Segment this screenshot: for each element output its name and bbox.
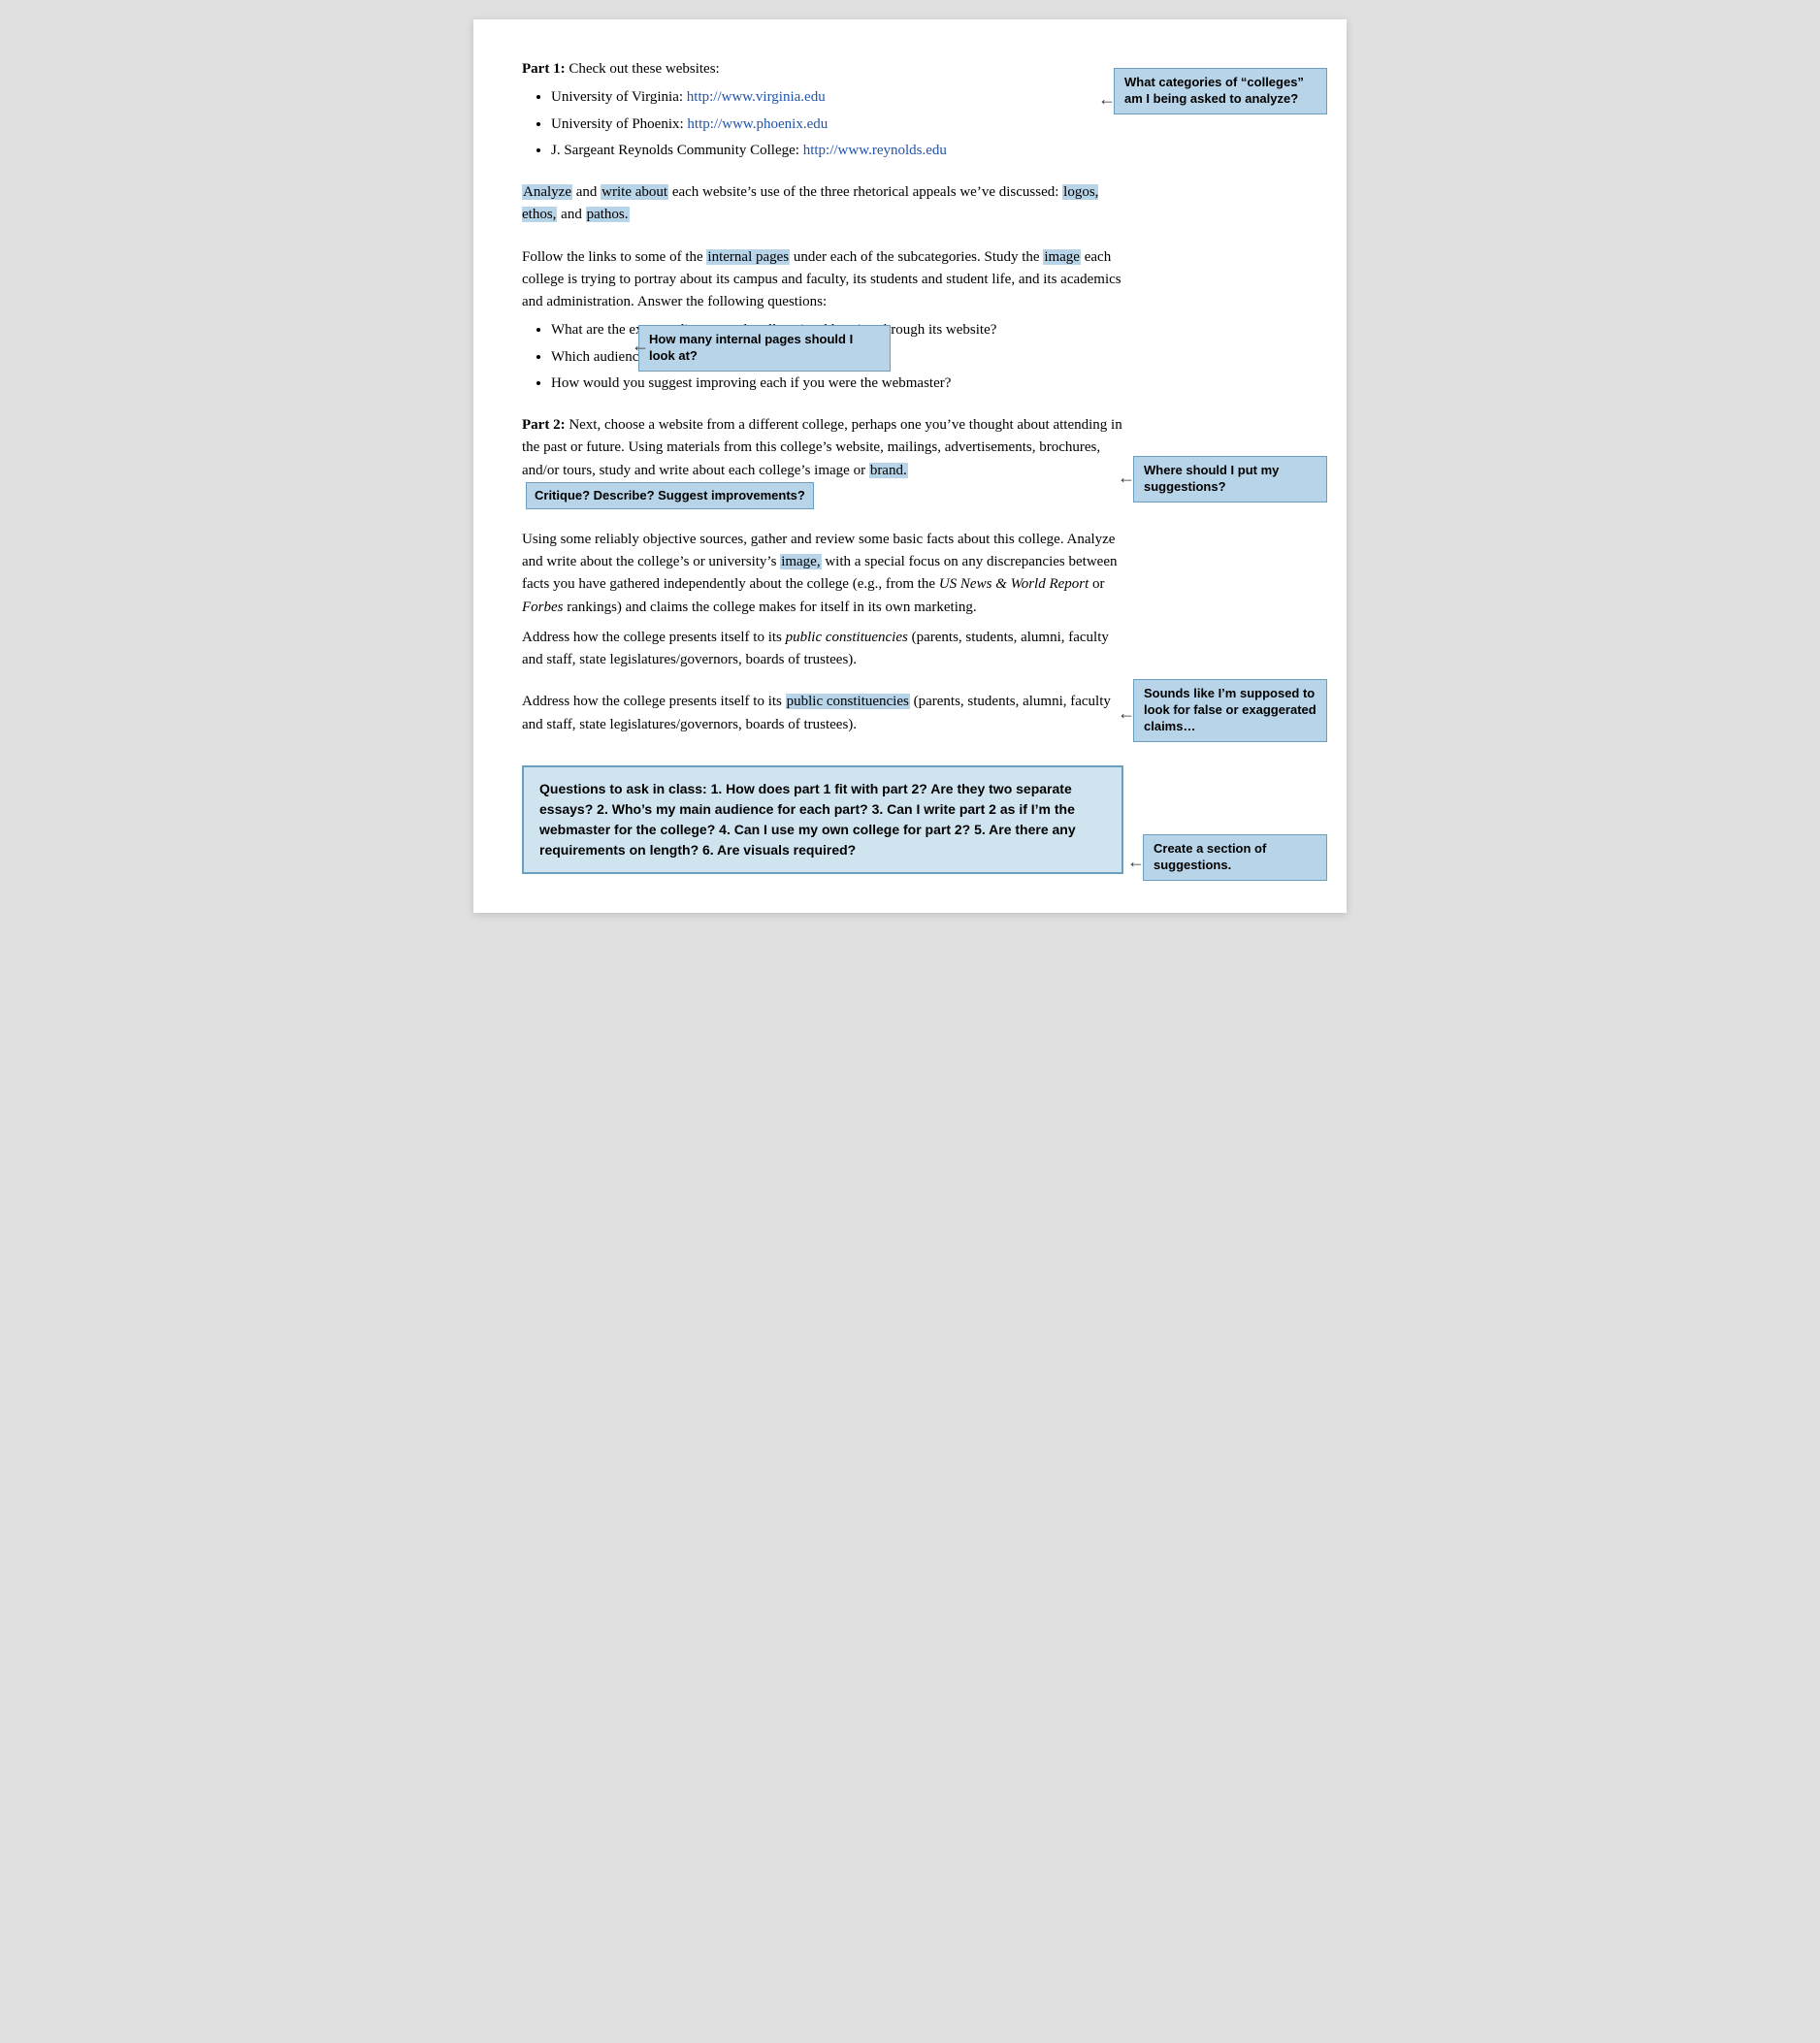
part2-text1: Next, choose a website from a different … <box>522 417 1122 478</box>
false-claims-annotation: Sounds like I’m supposed to look for fal… <box>1133 679 1327 742</box>
university-link[interactable]: http://www.reynolds.edu <box>803 143 947 158</box>
false-claims-callout-text: Sounds like I’m supposed to look for fal… <box>1144 686 1316 733</box>
us-news: US News & World Report <box>939 576 1089 592</box>
page-container: Part 1: Check out these websites: Univer… <box>473 19 1347 913</box>
text-and2: and <box>561 207 585 222</box>
write-about-highlight: write about <box>601 184 668 200</box>
list-item: What are the exact audiences each colleg… <box>551 319 1123 341</box>
text-and: and <box>576 184 601 200</box>
analyze-text: each website’s use of the three rhetoric… <box>672 184 1062 200</box>
critique-callout: Critique? Describe? Suggest improvements… <box>526 482 814 509</box>
analyze-highlight: Analyze <box>522 184 572 200</box>
bottom-questions-box: Questions to ask in class: 1. How does p… <box>522 765 1123 874</box>
create-section-annotation: Create a section of suggestions. <box>1143 834 1327 881</box>
suggestions-callout-text: Where should I put my suggestions? <box>1144 463 1279 494</box>
image-highlight2: image, <box>780 554 821 569</box>
university-link[interactable]: http://www.virginia.edu <box>687 89 826 105</box>
list-item: J. Sargeant Reynolds Community College: … <box>551 140 1123 162</box>
create-section-arrow: ← <box>1127 852 1145 872</box>
part1-section: Part 1: Check out these websites: Univer… <box>522 58 1123 162</box>
reliably-section: Using some reliably objective sources, g… <box>522 529 1123 672</box>
university-list: University of Virginia: http://www.virgi… <box>551 86 1123 162</box>
question-2: Which audience seems to be the priority … <box>551 349 845 365</box>
content-area: Part 1: Check out these websites: Univer… <box>522 58 1123 874</box>
bottom-questions-text: Questions to ask in class: 1. How does p… <box>539 781 1076 858</box>
question-1: What are the exact audiences each colleg… <box>551 322 996 338</box>
part2-label: Part 2: <box>522 417 566 433</box>
brand-highlight: brand. <box>869 463 908 478</box>
university-link[interactable]: http://www.phoenix.edu <box>687 116 828 132</box>
internal-pages-highlight: internal pages <box>706 249 790 265</box>
part2-section: Part 2: Next, choose a website from a di… <box>522 414 1123 509</box>
list-item: How would you suggest improving each if … <box>551 373 1123 395</box>
questions-list: What are the exact audiences each colleg… <box>551 319 1123 395</box>
image-highlight: image <box>1043 249 1081 265</box>
public-const-italic: public constituencies <box>786 630 908 645</box>
create-section-callout-text: Create a section of suggestions. <box>1154 841 1266 872</box>
part1-label: Part 1: <box>522 61 566 77</box>
follow-section: Follow the links to some of the internal… <box>522 246 1123 396</box>
forbes: Forbes <box>522 600 564 615</box>
colleges-annotation: What categories of “colleges” am I being… <box>1114 68 1327 114</box>
analyze-section: Analyze and write about each website’s u… <box>522 181 1123 227</box>
university-name: University of Phoenix: <box>551 116 687 132</box>
public-const-highlight: public constituencies <box>786 694 910 709</box>
question-3: How would you suggest improving each if … <box>551 375 951 391</box>
pathos-highlight: pathos. <box>586 207 630 222</box>
suggestions-annotation: Where should I put my suggestions? <box>1133 456 1327 503</box>
public-const-section: Address how the college presents itself … <box>522 691 1123 736</box>
university-name: University of Virginia: <box>551 89 687 105</box>
colleges-callout-text: What categories of “colleges” am I being… <box>1124 75 1304 106</box>
list-item: Which audience seems to be the priority … <box>551 346 1123 369</box>
university-name: J. Sargeant Reynolds Community College: <box>551 143 803 158</box>
list-item: University of Phoenix: http://www.phoeni… <box>551 114 1123 136</box>
list-item: University of Virginia: http://www.virgi… <box>551 86 1123 109</box>
part1-intro: Check out these websites: <box>569 61 719 77</box>
